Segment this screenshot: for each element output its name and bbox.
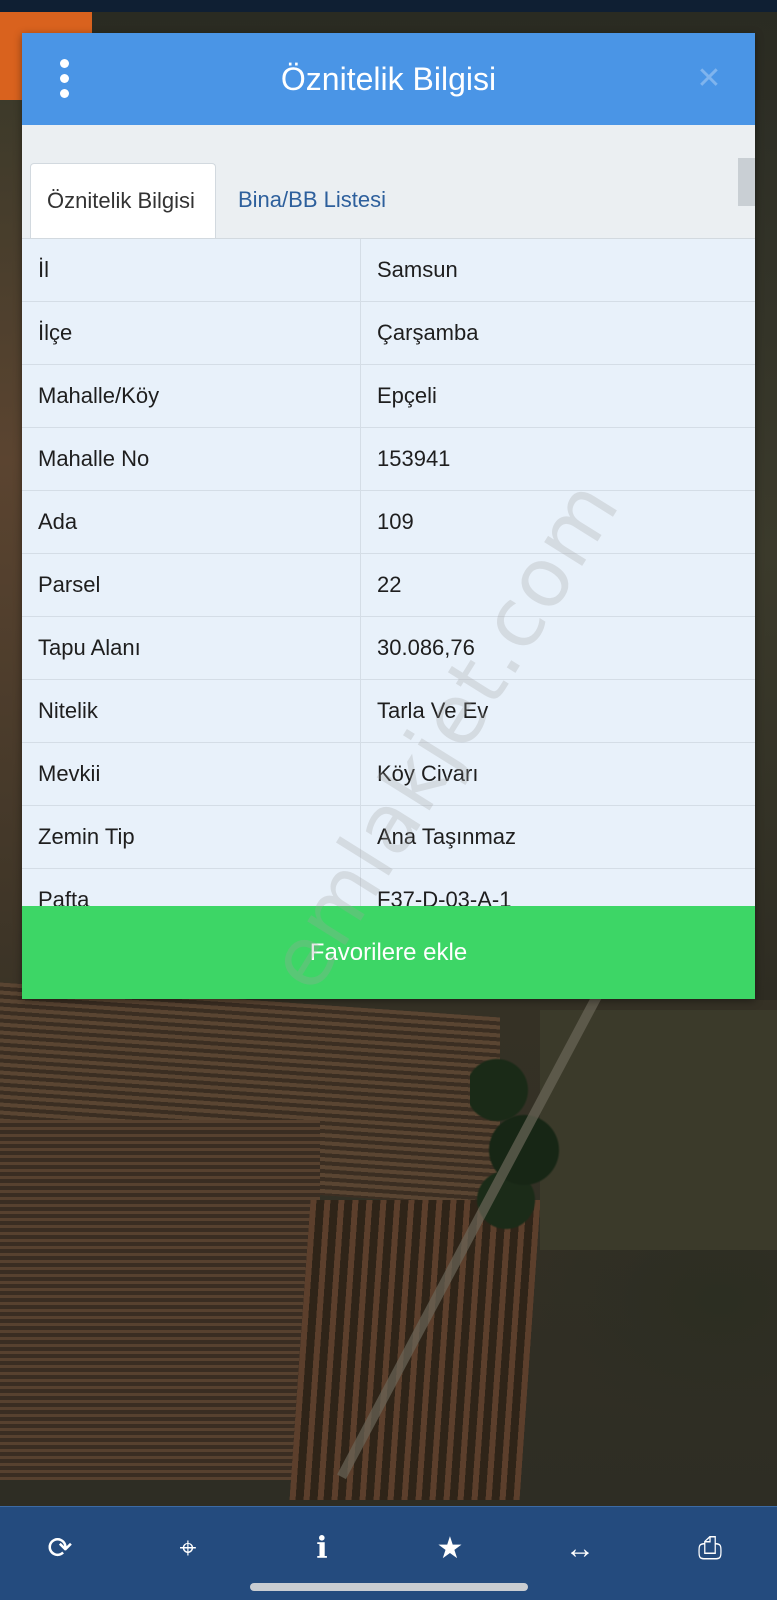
close-icon[interactable]: ✕ [693, 63, 725, 95]
tab-attribute-info[interactable]: Öznitelik Bilgisi [30, 163, 216, 238]
table-row: Tapu Alanı 30.086,76 [22, 616, 755, 680]
attribute-key: Ada [22, 490, 361, 554]
popup-header: Öznitelik Bilgisi ✕ [22, 33, 755, 125]
crosshair-icon[interactable]: ⌖ [168, 1529, 208, 1569]
table-row: Nitelik Tarla Ve Ev [22, 679, 755, 743]
measure-arrows-icon[interactable]: ↔ [560, 1529, 600, 1569]
star-icon[interactable]: ★ [430, 1529, 470, 1569]
map-field [0, 1120, 320, 1480]
table-row: Zemin Tip Ana Taşınmaz [22, 805, 755, 869]
attribute-key: Mevkii [22, 742, 361, 806]
attribute-key: Nitelik [22, 679, 361, 743]
attribute-key: Mahalle No [22, 427, 361, 491]
table-row: Mevkii Köy Civarı [22, 742, 755, 806]
map-strip-left [0, 100, 22, 1000]
home-indicator [250, 1583, 528, 1591]
top-status-bar [0, 0, 777, 12]
attribute-key: Tapu Alanı [22, 616, 361, 680]
attribute-value: 109 [360, 490, 755, 554]
info-icon[interactable]: i [302, 1529, 342, 1569]
map-strip-right [755, 100, 777, 1000]
tab-building-list[interactable]: Bina/BB Listesi [222, 163, 454, 237]
map-field [289, 1200, 541, 1500]
attribute-value: Epçeli [360, 364, 755, 428]
scrollbar-thumb[interactable] [738, 158, 755, 206]
attribute-value: Tarla Ve Ev [360, 679, 755, 743]
vertical-dots-icon[interactable] [52, 59, 76, 99]
table-row: İl Samsun [22, 239, 755, 302]
attribute-table: İl Samsun İlçe Çarşamba Mahalle/Köy Epçeli Mah… [22, 239, 755, 932]
add-to-favorites-button[interactable]: Favorilere ekle [22, 906, 755, 999]
tab-bar: Öznitelik Bilgisi Bina/BB Listesi [22, 125, 755, 239]
attribute-value: 30.086,76 [360, 616, 755, 680]
attribute-value: Çarşamba [360, 301, 755, 365]
table-row: Ada 109 [22, 490, 755, 554]
table-row: İlçe Çarşamba [22, 301, 755, 365]
bottom-toolbar: ⟳ ⌖ i ★ ↔ ⎙ [0, 1506, 777, 1600]
popup-title: Öznitelik Bilgisi [280, 61, 497, 97]
table-row: Mahalle/Köy Epçeli [22, 364, 755, 428]
attribute-key: Mahalle/Köy [22, 364, 361, 428]
attribute-key: Zemin Tip [22, 805, 361, 869]
attribute-key: İl [22, 239, 361, 302]
attribute-value: 153941 [360, 427, 755, 491]
print-icon[interactable]: ⎙ [690, 1529, 730, 1569]
refresh-icon[interactable]: ⟳ [40, 1529, 80, 1569]
table-row: Mahalle No 153941 [22, 427, 755, 491]
attribute-value: Ana Taşınmaz [360, 805, 755, 869]
attribute-value: 22 [360, 553, 755, 617]
attribute-value: Samsun [360, 239, 755, 302]
attribute-info-popup: Öznitelik Bilgisi ✕ Öznitelik Bilgisi Bi… [22, 33, 755, 999]
table-row: Parsel 22 [22, 553, 755, 617]
attribute-key: İlçe [22, 301, 361, 365]
attribute-value: Köy Civarı [360, 742, 755, 806]
attribute-key: Parsel [22, 553, 361, 617]
